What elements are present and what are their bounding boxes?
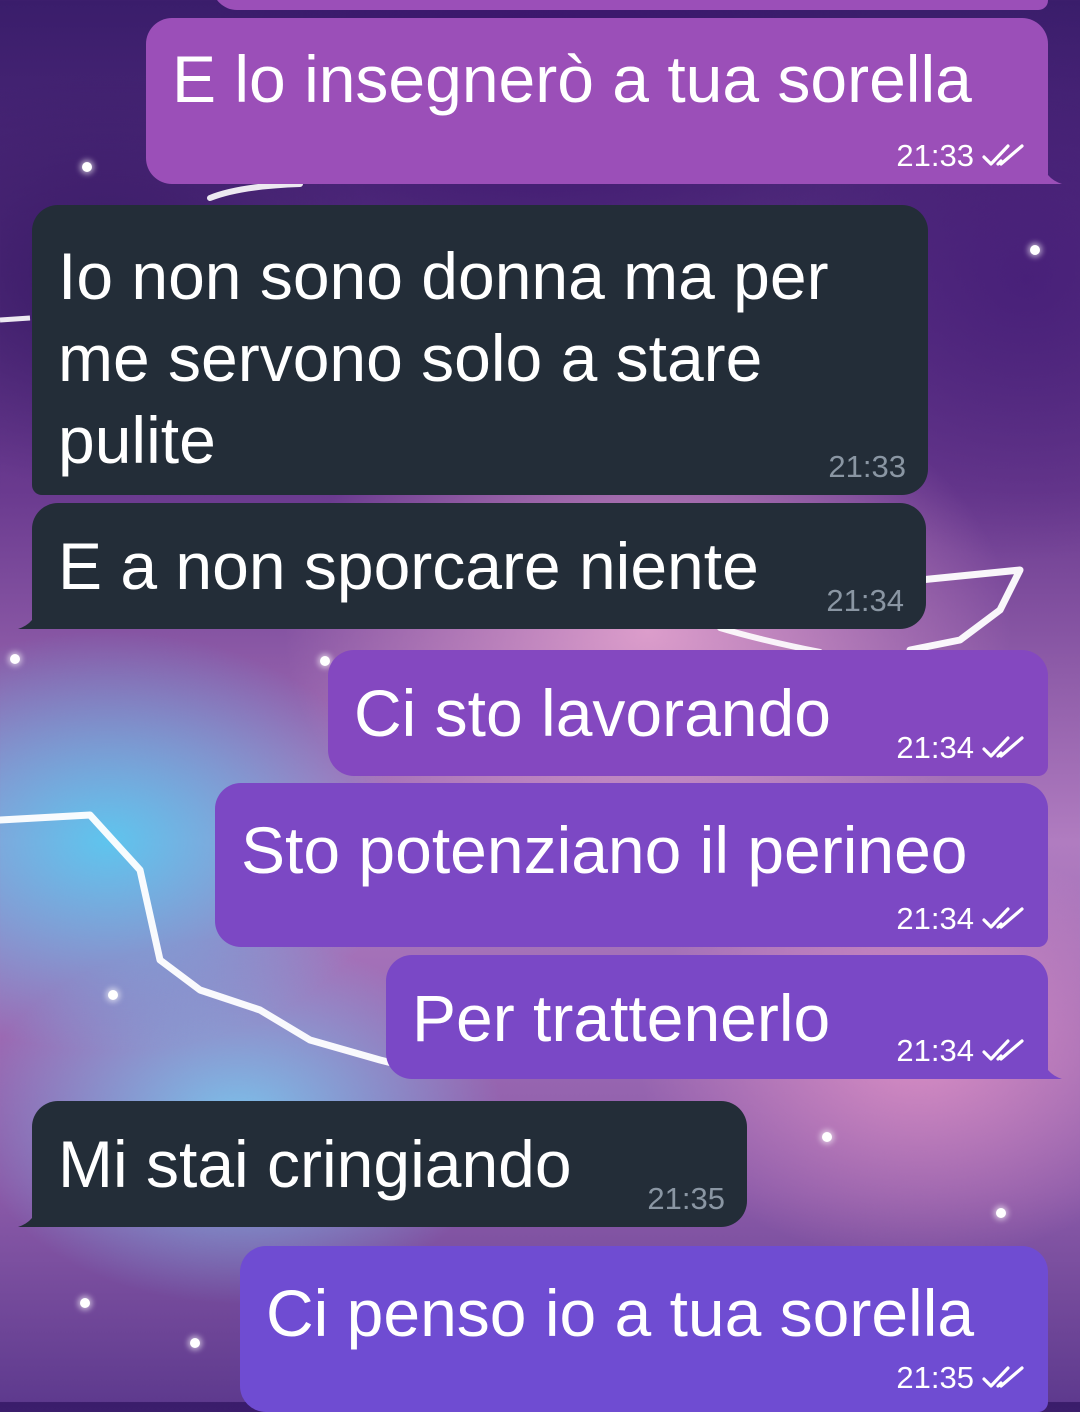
message-time: 21:34 — [896, 730, 974, 765]
star-decoration — [822, 1132, 832, 1142]
message-meta: 21:34 — [896, 901, 1026, 937]
message-text: Ci penso io a tua sorella — [266, 1276, 975, 1350]
message-meta: 21:35 — [647, 1181, 725, 1217]
message-text: E lo insegnerò a tua sorella — [172, 42, 972, 116]
star-decoration — [82, 162, 92, 172]
message-bubble-outgoing[interactable]: Per trattenerlo 21:34 — [386, 955, 1062, 1079]
message-bubble-incoming[interactable]: E a non sporcare niente 21:34 — [18, 503, 926, 629]
message-meta: 21:34 — [826, 583, 904, 619]
message-time: 21:33 — [828, 449, 906, 484]
message-time: 21:34 — [896, 1033, 974, 1068]
chat-screen: { "colors": { "outgoing_bubble_1": "#9b4… — [0, 0, 1080, 1412]
message-meta: 21:35 — [896, 1360, 1026, 1396]
message-bubble-incoming[interactable]: Io non sono donna ma per me servono solo… — [32, 205, 928, 495]
message-time: 21:35 — [647, 1181, 725, 1216]
bubble-tail — [1034, 1055, 1062, 1079]
message-meta: 21:33 — [828, 449, 906, 485]
star-decoration — [1030, 245, 1040, 255]
bubble-tail — [1034, 160, 1062, 184]
bubble-tail — [18, 605, 46, 629]
message-time: 21:34 — [826, 583, 904, 618]
message-bubble-outgoing[interactable]: Ci sto lavorando 21:34 — [328, 650, 1048, 776]
message-text: Io non sono donna ma per me servono solo… — [58, 239, 829, 477]
message-bubble-incoming[interactable]: Mi stai cringiando 21:35 — [18, 1101, 747, 1227]
message-text: Sto potenziano il perineo — [241, 813, 968, 887]
double-check-icon — [982, 1366, 1024, 1388]
star-decoration — [80, 1298, 90, 1308]
message-text: E a non sporcare niente — [58, 529, 759, 603]
message-meta: 21:34 — [896, 730, 1026, 766]
message-bubble-outgoing[interactable]: E lo insegnerò a tua sorella 21:33 — [146, 18, 1062, 184]
message-time: 21:33 — [896, 138, 974, 173]
double-check-icon — [982, 144, 1024, 166]
double-check-icon — [982, 1039, 1024, 1061]
message-meta: 21:34 — [896, 1033, 1026, 1069]
message-time: 21:34 — [896, 901, 974, 936]
star-decoration — [190, 1338, 200, 1348]
star-decoration — [320, 656, 330, 666]
double-check-icon — [982, 907, 1024, 929]
message-bubble-outgoing[interactable]: Sto potenziano il perineo 21:34 — [215, 783, 1048, 947]
message-bubble-partial[interactable] — [212, 0, 1048, 10]
bubble-tail — [18, 1203, 46, 1227]
message-text: Mi stai cringiando — [58, 1127, 572, 1201]
star-decoration — [996, 1208, 1006, 1218]
message-time: 21:35 — [896, 1360, 974, 1395]
message-meta: 21:33 — [896, 138, 1026, 174]
message-bubble-outgoing[interactable]: Ci penso io a tua sorella 21:35 — [240, 1246, 1048, 1412]
star-decoration — [10, 654, 20, 664]
star-decoration — [108, 990, 118, 1000]
double-check-icon — [982, 736, 1024, 758]
